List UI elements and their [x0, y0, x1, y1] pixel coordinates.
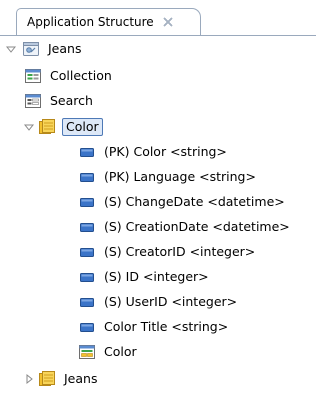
- expanded-twisty-icon[interactable]: [4, 42, 18, 56]
- entity-icon: [38, 370, 56, 388]
- tree-node-attribute[interactable]: (S) ID <integer>: [78, 266, 211, 288]
- tree-node-attribute[interactable]: (PK) Color <string>: [78, 141, 229, 163]
- attribute-icon: [78, 318, 96, 336]
- tree-node-label: (S) CreatorID <integer>: [104, 244, 256, 259]
- expanded-twisty-icon[interactable]: [22, 120, 36, 134]
- tree-node-label: (S) ChangeDate <datetime>: [104, 194, 285, 209]
- tree-node-attribute[interactable]: (S) CreationDate <datetime>: [78, 216, 292, 238]
- tree-node-color-entity[interactable]: Color: [22, 116, 103, 138]
- tree-node-root[interactable]: Jeans: [4, 38, 83, 60]
- tree-node-label: Color Title <string>: [104, 319, 229, 334]
- tree-node-label: Color: [104, 344, 137, 359]
- tree-node-color-form[interactable]: Color: [78, 341, 139, 363]
- tree-node-label: (S) UserID <integer>: [104, 294, 238, 309]
- tree-node-collection[interactable]: Collection: [24, 65, 114, 87]
- tree-node-label: Jeans: [48, 41, 82, 56]
- tree-node-label: Jeans: [64, 371, 98, 386]
- attribute-icon: [78, 168, 96, 186]
- close-view-icon[interactable]: [162, 16, 174, 28]
- attribute-icon: [78, 193, 96, 211]
- tree-node-attribute[interactable]: (PK) Language <string>: [78, 166, 258, 188]
- tree-node-label: (PK) Color <string>: [104, 144, 227, 159]
- attribute-icon: [78, 268, 96, 286]
- attribute-icon: [78, 143, 96, 161]
- tree-node-label: (S) ID <integer>: [104, 269, 209, 284]
- tree-node-attribute[interactable]: (S) UserID <integer>: [78, 291, 239, 313]
- collapsed-twisty-icon[interactable]: [22, 372, 36, 386]
- search-form-icon: [24, 92, 42, 110]
- tree-node-label: Search: [50, 93, 93, 108]
- tree-node-attribute[interactable]: (S) CreatorID <integer>: [78, 241, 257, 263]
- attribute-icon: [78, 218, 96, 236]
- tab-label: Application Structure: [27, 15, 154, 29]
- application-icon: [22, 40, 40, 58]
- tree-node-attribute[interactable]: (S) ChangeDate <datetime>: [78, 191, 287, 213]
- tree-node-search[interactable]: Search: [24, 90, 95, 112]
- tree-node-jeans-entity[interactable]: Jeans: [22, 368, 99, 390]
- attribute-icon: [78, 293, 96, 311]
- tree-node-label: Color: [62, 118, 103, 136]
- attribute-icon: [78, 243, 96, 261]
- collection-form-icon: [24, 67, 42, 85]
- view-tab-bar: Application Structure: [0, 0, 316, 36]
- tab-baseline: [0, 35, 316, 36]
- tree-node-attribute[interactable]: Color Title <string>: [78, 316, 230, 338]
- tree-node-label: Collection: [50, 68, 112, 83]
- entity-form-icon: [78, 343, 96, 361]
- tree-node-label: (PK) Language <string>: [104, 169, 256, 184]
- tree-node-label: (S) CreationDate <datetime>: [104, 219, 290, 234]
- tab-application-structure[interactable]: Application Structure: [16, 8, 201, 35]
- entity-icon: [38, 118, 56, 136]
